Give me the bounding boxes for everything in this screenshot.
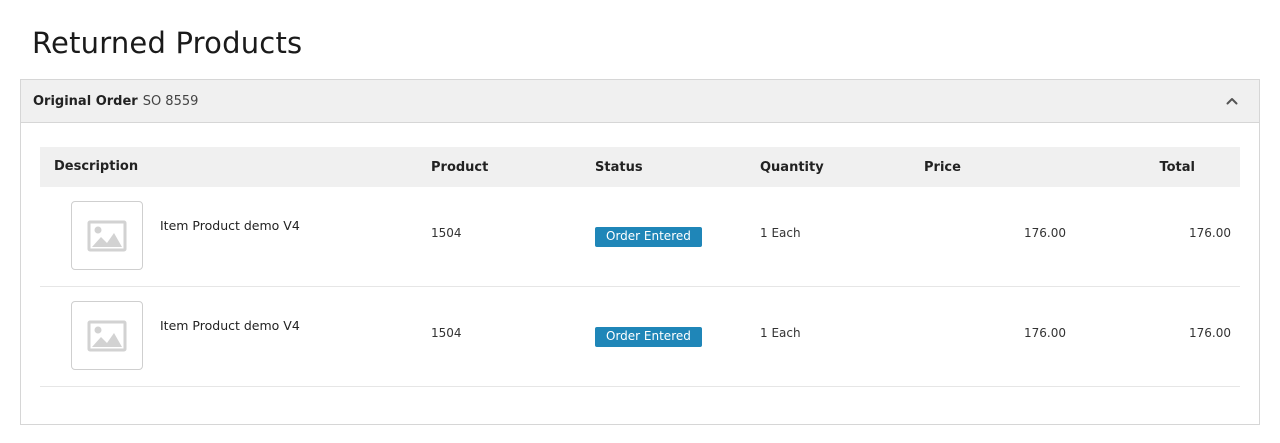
item-quantity: 1 Each (760, 226, 801, 240)
order-number: SO 8559 (142, 93, 199, 109)
page-title: Returned Products (32, 26, 303, 60)
table-row: Item Product demo V4 1504 Order Entered … (40, 187, 1240, 287)
item-price: 176.00 (1024, 326, 1066, 340)
column-header-description: Description (54, 158, 139, 174)
column-header-status: Status (595, 159, 643, 175)
item-price: 176.00 (1024, 226, 1066, 240)
returned-products-table: Description Product Status Quantity Pric… (40, 147, 1240, 387)
table-header: Description Product Status Quantity Pric… (40, 147, 1240, 187)
column-header-total: Total (1159, 159, 1195, 175)
image-placeholder-icon (71, 201, 143, 270)
original-order-panel: Original Order SO 8559 Description Produ… (20, 79, 1260, 425)
column-header-price: Price (924, 159, 961, 175)
item-total: 176.00 (1189, 226, 1231, 240)
item-quantity: 1 Each (760, 326, 801, 340)
column-header-quantity: Quantity (760, 159, 824, 175)
item-product: 1504 (431, 226, 462, 240)
order-panel-header[interactable]: Original Order SO 8559 (21, 80, 1259, 123)
item-total: 176.00 (1189, 326, 1231, 340)
status-badge: Order Entered (595, 227, 702, 247)
chevron-up-icon[interactable] (1225, 94, 1239, 108)
column-header-product: Product (431, 159, 489, 175)
item-description[interactable]: Item Product demo V4 (160, 318, 300, 333)
item-product: 1504 (431, 326, 462, 340)
item-description[interactable]: Item Product demo V4 (160, 218, 300, 233)
image-placeholder-icon (71, 301, 143, 370)
status-badge: Order Entered (595, 327, 702, 347)
original-order-label: Original Order (33, 93, 138, 109)
table-row: Item Product demo V4 1504 Order Entered … (40, 287, 1240, 387)
